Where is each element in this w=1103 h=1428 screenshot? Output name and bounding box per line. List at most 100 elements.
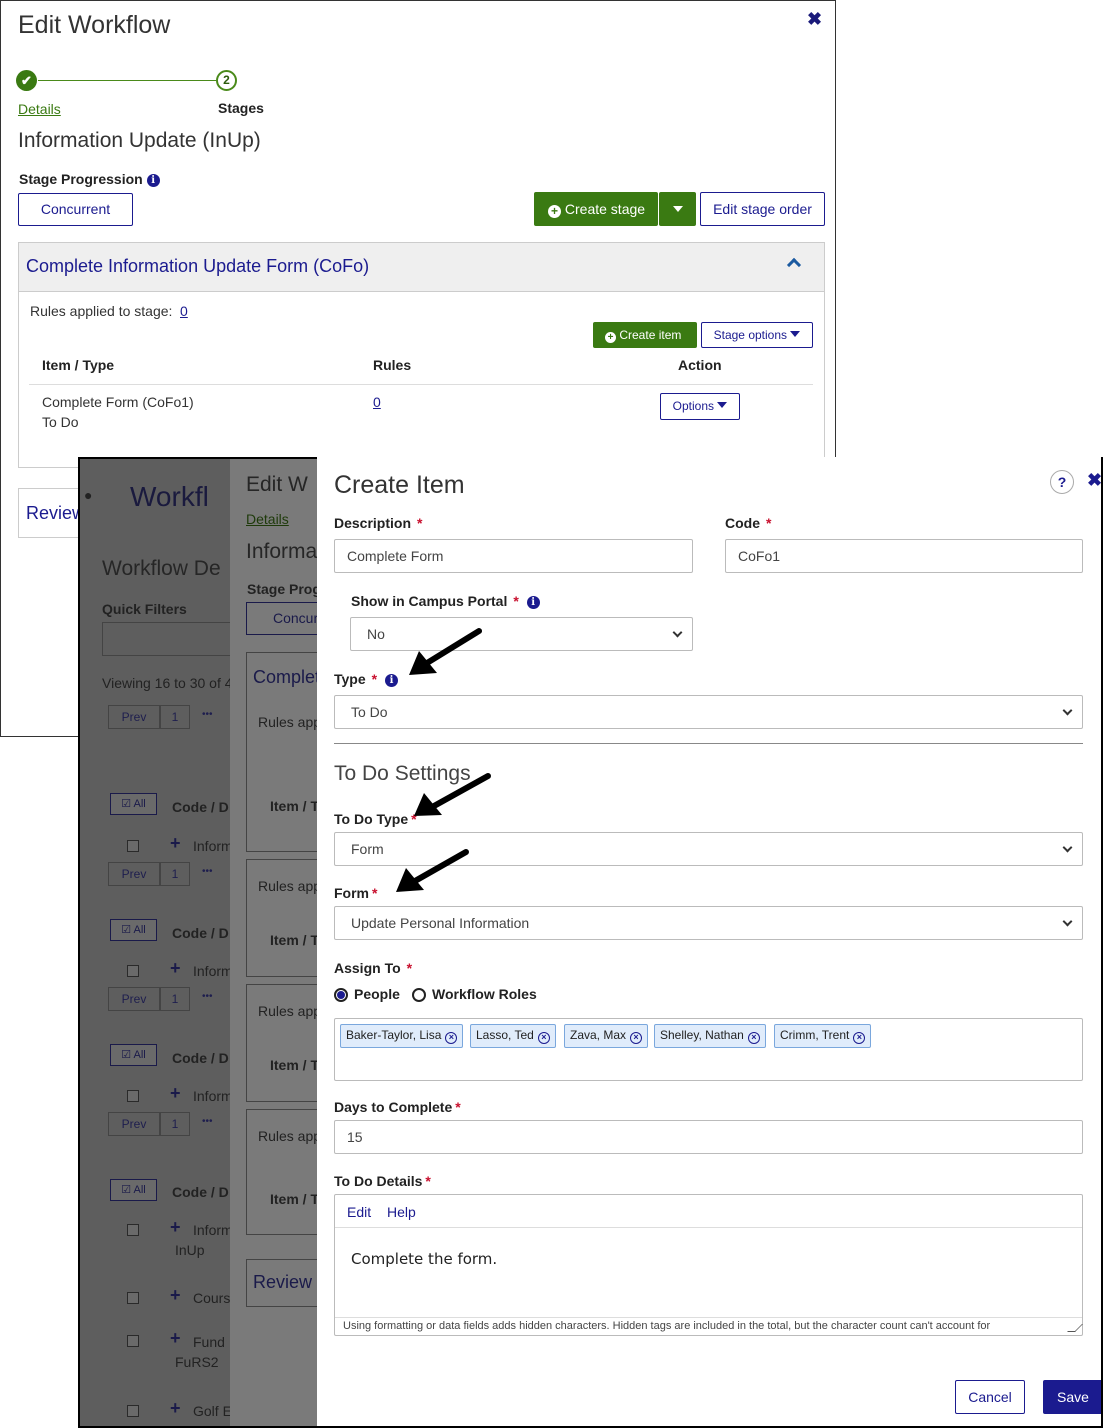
edit-workflow-title-partial: Edit W xyxy=(246,473,308,496)
rich-text-editor[interactable]: Edit Help Complete the form. Using forma… xyxy=(334,1194,1083,1336)
stage-header[interactable]: Complete Information Update Form (CoFo) xyxy=(19,243,824,292)
editor-content[interactable]: Complete the form. xyxy=(351,1250,497,1268)
rules-applied-partial: Rules app xyxy=(258,878,322,894)
plus-icon[interactable]: + xyxy=(170,1083,181,1104)
prev-button[interactable]: Prev xyxy=(108,862,160,886)
type-label: Type * i xyxy=(334,671,398,687)
item-rules-link[interactable]: 0 xyxy=(373,394,381,410)
page-button[interactable]: 1 xyxy=(160,705,190,729)
code-input[interactable]: CoFo1 xyxy=(725,539,1083,573)
plus-icon[interactable]: + xyxy=(170,1217,181,1238)
workflow-roles-radio[interactable] xyxy=(412,988,426,1002)
row-checkbox[interactable] xyxy=(127,1292,139,1304)
row-checkbox[interactable] xyxy=(127,1224,139,1236)
people-radio-label[interactable]: People xyxy=(354,986,400,1002)
form-select[interactable]: Update Personal Information xyxy=(334,906,1083,940)
type-select[interactable]: To Do xyxy=(334,695,1083,729)
info-icon[interactable]: i xyxy=(384,674,398,687)
row-checkbox[interactable] xyxy=(127,1335,139,1347)
save-button[interactable]: Save xyxy=(1043,1380,1103,1414)
plus-icon[interactable]: + xyxy=(170,1398,181,1419)
required-mark: * xyxy=(766,515,772,531)
plus-icon[interactable]: + xyxy=(170,1328,181,1349)
people-radio[interactable] xyxy=(334,988,348,1002)
next-stage-title[interactable]: Review xyxy=(26,503,85,524)
editor-menu-edit[interactable]: Edit xyxy=(347,1204,371,1220)
select-all-button[interactable]: ☑ All xyxy=(110,1179,157,1201)
row-code: FuRS2 xyxy=(175,1354,219,1370)
progression-concurrent-button[interactable]: Concurrent xyxy=(18,193,133,226)
row-checkbox[interactable] xyxy=(127,1405,139,1417)
all-label: All xyxy=(133,924,146,936)
plus-icon[interactable]: + xyxy=(170,958,181,979)
create-item-button[interactable]: + Create item xyxy=(593,322,697,348)
chevron-up-icon[interactable] xyxy=(786,257,802,273)
remove-icon[interactable]: × xyxy=(445,1032,458,1044)
workflow-details-title-partial: Workflow De xyxy=(102,557,221,580)
page-button[interactable]: 1 xyxy=(160,862,190,886)
remove-icon[interactable]: × xyxy=(630,1032,643,1044)
type-label-text: Type xyxy=(334,671,366,687)
caret-down-icon xyxy=(790,331,801,337)
info-icon[interactable]: i xyxy=(526,596,540,609)
code-label: Code * xyxy=(725,515,771,531)
select-all-button[interactable]: ☑ All xyxy=(110,793,157,815)
required-mark: * xyxy=(371,671,378,687)
page-button[interactable]: 1 xyxy=(160,987,190,1011)
info-icon[interactable]: i xyxy=(146,174,160,187)
page-button[interactable]: 1 xyxy=(160,1112,190,1136)
workflow-roles-radio-label[interactable]: Workflow Roles xyxy=(432,986,537,1002)
quick-filter-input[interactable] xyxy=(102,622,242,656)
item-name: Complete Form (CoFo1) xyxy=(42,394,194,410)
close-icon[interactable]: ✖ xyxy=(1087,470,1102,491)
stage-options-button[interactable]: Stage options xyxy=(701,322,813,348)
close-icon[interactable]: ✖ xyxy=(807,9,822,30)
stage-title[interactable]: Complete Information Update Form (CoFo) xyxy=(26,256,369,277)
review-stage-partial[interactable]: Review xyxy=(253,1272,312,1293)
rules-count-link[interactable]: 0 xyxy=(180,303,188,319)
campus-portal-select[interactable]: No xyxy=(350,617,693,651)
required-mark: * xyxy=(455,1099,461,1115)
item-type: To Do xyxy=(42,414,79,430)
course-row-partial: Cours xyxy=(193,1290,231,1306)
info-row-partial: Inform xyxy=(193,1222,233,1238)
stage-progression-text: Stage Progression xyxy=(19,171,143,187)
plus-icon[interactable]: + xyxy=(170,1285,181,1306)
details-link[interactable]: Details xyxy=(246,511,289,527)
row-checkbox[interactable] xyxy=(127,1090,139,1102)
editor-menu-help[interactable]: Help xyxy=(387,1204,416,1220)
create-stage-button[interactable]: + Create stage xyxy=(534,192,658,226)
step-details-link[interactable]: Details xyxy=(18,101,61,117)
cancel-button[interactable]: Cancel xyxy=(955,1380,1025,1414)
remove-icon[interactable]: × xyxy=(537,1032,550,1044)
remove-icon[interactable]: × xyxy=(853,1032,866,1044)
select-all-button[interactable]: ☑ All xyxy=(110,1044,157,1066)
remove-icon[interactable]: × xyxy=(747,1032,760,1044)
plus-icon[interactable]: + xyxy=(170,833,181,854)
code-column-header: Code / D xyxy=(172,799,229,815)
prev-button[interactable]: Prev xyxy=(108,987,160,1011)
concurrent-label: Concur xyxy=(273,610,319,626)
pin-icon: ● xyxy=(84,487,93,503)
row-checkbox[interactable] xyxy=(127,840,139,852)
select-all-button[interactable]: ☑ All xyxy=(110,919,157,941)
item-options-button[interactable]: Options xyxy=(660,393,740,420)
row-code: InUp xyxy=(175,1242,205,1258)
stage-panel: Rules app Item / T xyxy=(246,984,326,1102)
concurrent-button[interactable]: Concur xyxy=(246,602,326,635)
description-input[interactable]: Complete Form xyxy=(334,539,693,573)
days-to-complete-input[interactable]: 15 xyxy=(334,1120,1083,1154)
create-stage-dropdown-button[interactable] xyxy=(659,192,696,226)
row-checkbox[interactable] xyxy=(127,965,139,977)
todo-type-label: To Do Type * xyxy=(334,811,417,827)
help-icon[interactable]: ? xyxy=(1050,470,1074,494)
annotation-arrow-icon xyxy=(414,773,491,816)
people-multiselect[interactable]: Baker-Taylor, Lisa × Lasso, Ted × Zava, Ma… xyxy=(334,1018,1083,1081)
prev-button[interactable]: Prev xyxy=(108,1112,160,1136)
pager-ellipsis: ••• xyxy=(202,709,213,720)
step-complete-check-icon[interactable]: ✔ xyxy=(16,70,37,91)
prev-button[interactable]: Prev xyxy=(108,705,160,729)
stage-title-partial[interactable]: Complet xyxy=(253,667,320,688)
edit-stage-order-button[interactable]: Edit stage order xyxy=(700,192,825,226)
pager-ellipsis: ••• xyxy=(202,866,213,877)
